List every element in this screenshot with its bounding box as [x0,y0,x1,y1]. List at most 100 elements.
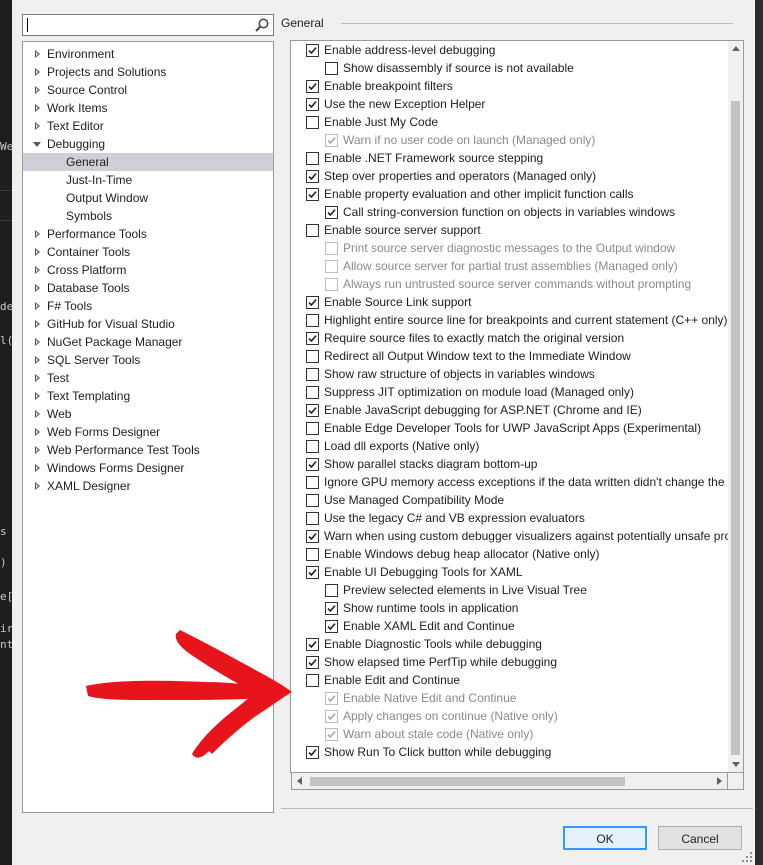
option-checkbox[interactable] [306,368,319,381]
option-checkbox[interactable] [306,656,319,669]
bottom-divider [281,808,753,809]
tree-item[interactable]: Cross Platform [23,261,273,279]
option-checkbox[interactable] [325,584,338,597]
option-checkbox[interactable] [306,98,319,111]
option-checkbox[interactable] [306,494,319,507]
option-checkbox[interactable] [306,296,319,309]
triangle-right-icon[interactable] [35,464,40,472]
tree-item[interactable]: Test [23,369,273,387]
triangle-right-icon[interactable] [35,266,40,274]
triangle-right-icon[interactable] [35,230,40,238]
tree-item[interactable]: GitHub for Visual Studio [23,315,273,333]
option-checkbox[interactable] [306,44,319,57]
option-checkbox[interactable] [306,386,319,399]
vertical-scroll-thumb[interactable] [731,101,740,755]
option-label: Enable .NET Framework source stepping [324,151,544,165]
search-icon[interactable] [254,17,270,33]
option-checkbox[interactable] [306,548,319,561]
tree-item[interactable]: Performance Tools [23,225,273,243]
triangle-right-icon[interactable] [35,410,40,418]
tree-item[interactable]: Just-In-Time [23,171,273,189]
triangle-right-icon[interactable] [35,320,40,328]
triangle-right-icon[interactable] [35,50,40,58]
triangle-right-icon[interactable] [35,122,40,130]
option-checkbox[interactable] [306,422,319,435]
triangle-right-icon[interactable] [35,302,40,310]
triangle-right-icon[interactable] [35,446,40,454]
triangle-right-icon[interactable] [35,428,40,436]
code-fragment: ) [0,556,7,569]
option-checkbox[interactable] [306,476,319,489]
option-checkbox[interactable] [306,350,319,363]
option-checkbox[interactable] [306,152,319,165]
tree-item[interactable]: Database Tools [23,279,273,297]
option-checkbox[interactable] [306,440,319,453]
tree-item[interactable]: Projects and Solutions [23,63,273,81]
option-checkbox[interactable] [325,620,338,633]
horizontal-scroll-thumb[interactable] [310,777,625,786]
options-tree[interactable]: Environment Projects and Solutions Source … [22,41,274,813]
option-checkbox[interactable] [325,62,338,75]
search-box[interactable] [22,14,274,36]
option-checkbox[interactable] [306,170,319,183]
option-checkbox[interactable] [306,224,319,237]
search-input[interactable] [26,17,246,33]
tree-item[interactable]: Container Tools [23,243,273,261]
tree-item[interactable]: Output Window [23,189,273,207]
triangle-right-icon[interactable] [35,374,40,382]
checkmark-icon [327,605,336,613]
scroll-down-icon[interactable] [732,762,740,767]
horizontal-scrollbar[interactable] [291,773,728,790]
ok-button[interactable]: OK [563,826,647,850]
tree-item[interactable]: Environment [23,45,273,63]
triangle-right-icon[interactable] [35,86,40,94]
tree-item[interactable]: Web Forms Designer [23,423,273,441]
tree-item[interactable]: Debugging [23,135,273,153]
vertical-scrollbar[interactable] [728,41,743,772]
tree-item[interactable]: Text Templating [23,387,273,405]
triangle-right-icon[interactable] [35,248,40,256]
option-checkbox[interactable] [306,530,319,543]
triangle-right-icon[interactable] [35,338,40,346]
scroll-right-icon[interactable] [717,777,722,785]
option-checkbox[interactable] [306,80,319,93]
tree-item[interactable]: General [23,153,273,171]
triangle-right-icon[interactable] [35,104,40,112]
option-label: Redirect all Output Window text to the I… [324,349,631,363]
tree-item[interactable]: Windows Forms Designer [23,459,273,477]
option-checkbox[interactable] [306,314,319,327]
triangle-right-icon[interactable] [35,392,40,400]
scroll-up-icon[interactable] [732,46,740,51]
triangle-right-icon[interactable] [35,68,40,76]
option-checkbox[interactable] [306,674,319,687]
option-checkbox[interactable] [306,332,319,345]
option-checkbox[interactable] [325,602,338,615]
triangle-right-icon[interactable] [35,482,40,490]
option-checkbox[interactable] [306,566,319,579]
tree-item[interactable]: Source Control [23,81,273,99]
cancel-button[interactable]: Cancel [658,826,742,850]
tree-item[interactable]: Web Performance Test Tools [23,441,273,459]
option-checkbox[interactable] [306,458,319,471]
tree-item[interactable]: F# Tools [23,297,273,315]
options-list[interactable]: Enable address-level debugging Show disas… [290,40,744,773]
triangle-right-icon[interactable] [35,356,40,364]
option-checkbox[interactable] [306,404,319,417]
option-checkbox[interactable] [306,512,319,525]
option-checkbox[interactable] [306,638,319,651]
tree-item[interactable]: SQL Server Tools [23,351,273,369]
tree-item[interactable]: XAML Designer [23,477,273,495]
resize-grip-icon[interactable] [741,851,753,863]
option-checkbox[interactable] [306,746,319,759]
triangle-right-icon[interactable] [35,284,40,292]
option-checkbox[interactable] [306,116,319,129]
tree-item[interactable]: NuGet Package Manager [23,333,273,351]
scroll-left-icon[interactable] [297,777,302,785]
option-checkbox[interactable] [325,206,338,219]
tree-item[interactable]: Web [23,405,273,423]
tree-item[interactable]: Work Items [23,99,273,117]
triangle-down-icon[interactable] [33,142,41,147]
tree-item[interactable]: Text Editor [23,117,273,135]
option-checkbox[interactable] [306,188,319,201]
tree-item[interactable]: Symbols [23,207,273,225]
